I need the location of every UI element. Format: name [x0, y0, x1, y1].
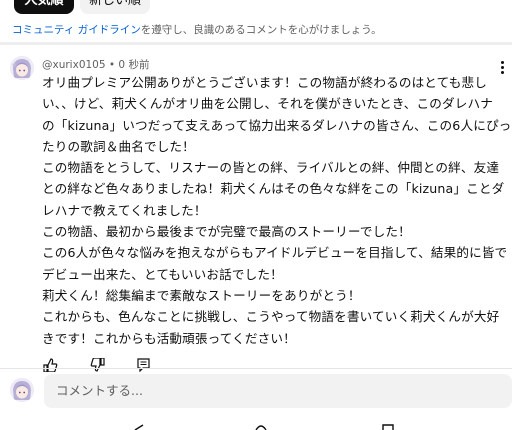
divider	[0, 42, 512, 45]
comment-line: デビュー出来た、とてもいいお話でした！	[42, 266, 283, 282]
comment-line: きです！これからも活動頑張ってください！	[42, 330, 296, 346]
comment-line: この6人が色々な悩みを抱えながらもアイドルデビューを目指して、結果的に皆で	[42, 245, 508, 261]
system-nav-bar	[0, 415, 512, 430]
comment-meta: @xurix0105 • 0 秒前	[42, 57, 149, 72]
sort-popular-chip[interactable]: 人気順	[14, 0, 74, 14]
comment-line: との絆など色々ありましたね！莉犬くんはその色々な絆をこの「kizuna」ことダ	[42, 181, 505, 197]
thumbs-down-icon	[90, 357, 105, 372]
comment-input[interactable]: コメントする...	[44, 374, 512, 408]
comment-text: オリ曲プレミア公開ありがとうございます！この物語が終わるのはとても悲し い、、け…	[42, 72, 512, 349]
comment-line: レハナで教えてくれました！	[42, 202, 207, 218]
sort-chips: 人気順 新しい順	[0, 0, 512, 16]
avatar-illustration-icon	[10, 378, 34, 402]
sort-newest-chip[interactable]: 新しい順	[80, 0, 150, 14]
comment-line: たりの歌詞＆曲名でした！	[42, 138, 195, 154]
avatar-illustration-icon	[10, 56, 34, 80]
comment-time: 0 秒前	[118, 59, 150, 71]
comment-line: い、、けど、莉犬くんがオリ曲を公開し、それを僕がきいたとき、このダレハナ	[42, 96, 493, 112]
comment-line: の「kizuna」いつだって支えあって協力出来るダレハナの皆さん、この6人にぴっ	[42, 117, 512, 133]
guidelines-notice: コミュニティ ガイドラインを遵守し、良識のあるコメントを心がけましょう。	[12, 20, 502, 40]
comment-line: 莉犬くん！総集編まで素敵なストーリーをありがとう！	[42, 287, 361, 303]
guidelines-text: を遵守し、良識のあるコメントを心がけましょう。	[140, 24, 382, 36]
comment-line: オリ曲プレミア公開ありがとうございます！この物語が終わるのはとても悲し	[42, 75, 488, 90]
comment-author[interactable]: @xurix0105	[42, 59, 106, 71]
recents-icon[interactable]	[382, 424, 394, 430]
comment-line: この物語をとうして、リスナーの皆との絆、ライバルとの絆、仲間との絆、友達	[42, 160, 500, 176]
divider	[0, 368, 512, 369]
meta-separator: •	[105, 59, 119, 71]
comment-line: これからも、色んなことに挑戦し、こうやって物語を書いていく莉犬くんが大好	[42, 309, 500, 325]
home-icon[interactable]	[255, 424, 267, 430]
back-icon[interactable]	[132, 424, 144, 430]
thumbs-up-icon	[43, 358, 58, 373]
comment-line: この物語、最初から最後までが完璧で最高のストーリーでした！	[42, 224, 411, 240]
avatar	[10, 378, 34, 402]
community-guidelines-link[interactable]: コミュニティ ガイドライン	[12, 24, 141, 36]
avatar[interactable]	[10, 56, 34, 80]
reply-icon	[137, 358, 150, 373]
